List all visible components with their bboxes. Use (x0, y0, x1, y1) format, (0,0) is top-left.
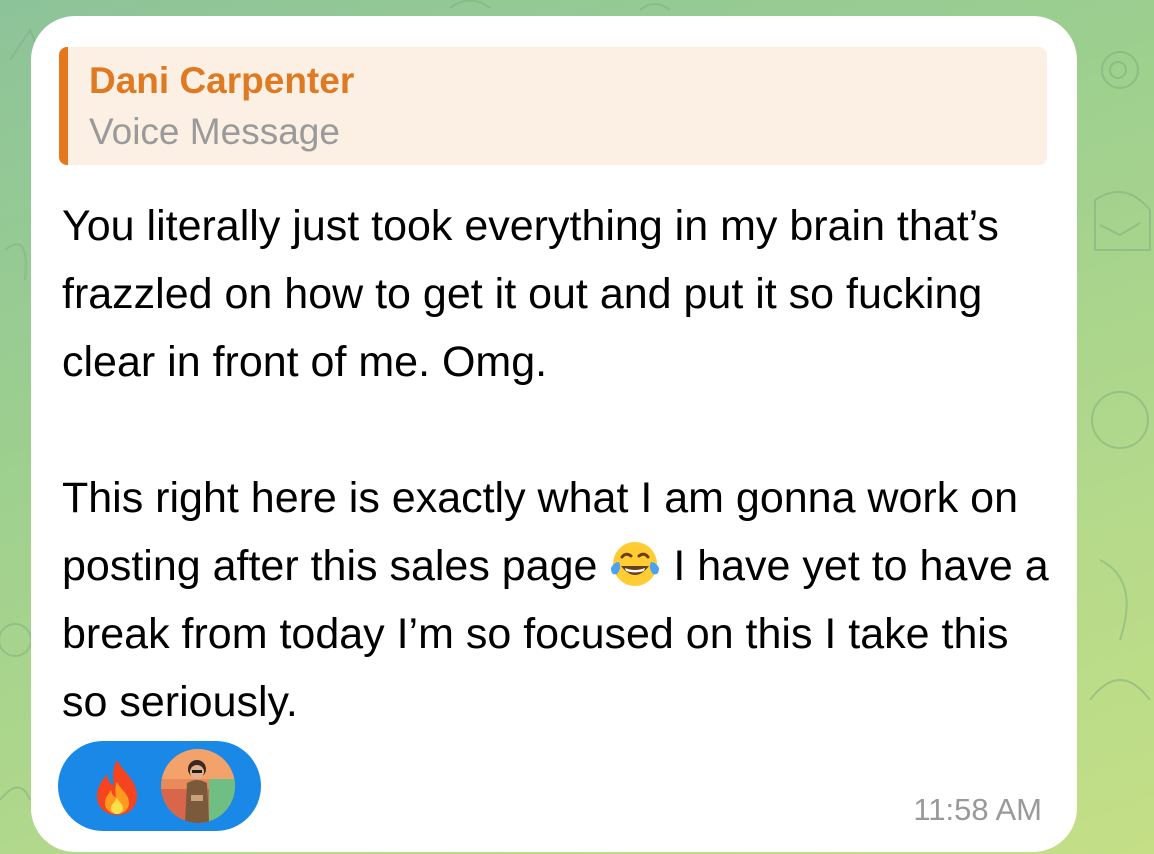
reply-sender-name: Dani Carpenter (89, 60, 355, 101)
reactions-pill[interactable] (58, 741, 261, 831)
message-paragraph-1: You literally just took everything in my… (62, 202, 999, 386)
message-timestamp: 11:58 AM (913, 792, 1042, 827)
reply-accent-bar (59, 47, 68, 165)
reactor-avatar[interactable] (161, 749, 235, 823)
message-paragraph-2: This right here is exactly what I am gon… (62, 464, 1052, 736)
tears-of-joy-emoji-icon (611, 542, 660, 586)
message-bubble[interactable]: Dani Carpenter Voice Message You literal… (31, 16, 1077, 852)
fire-icon (97, 760, 137, 815)
avatar-image (161, 749, 235, 823)
reply-quote[interactable]: Dani Carpenter Voice Message (59, 47, 1047, 165)
reply-preview-text: Voice Message (89, 111, 340, 152)
message-text: You literally just took everything in my… (62, 192, 1052, 736)
